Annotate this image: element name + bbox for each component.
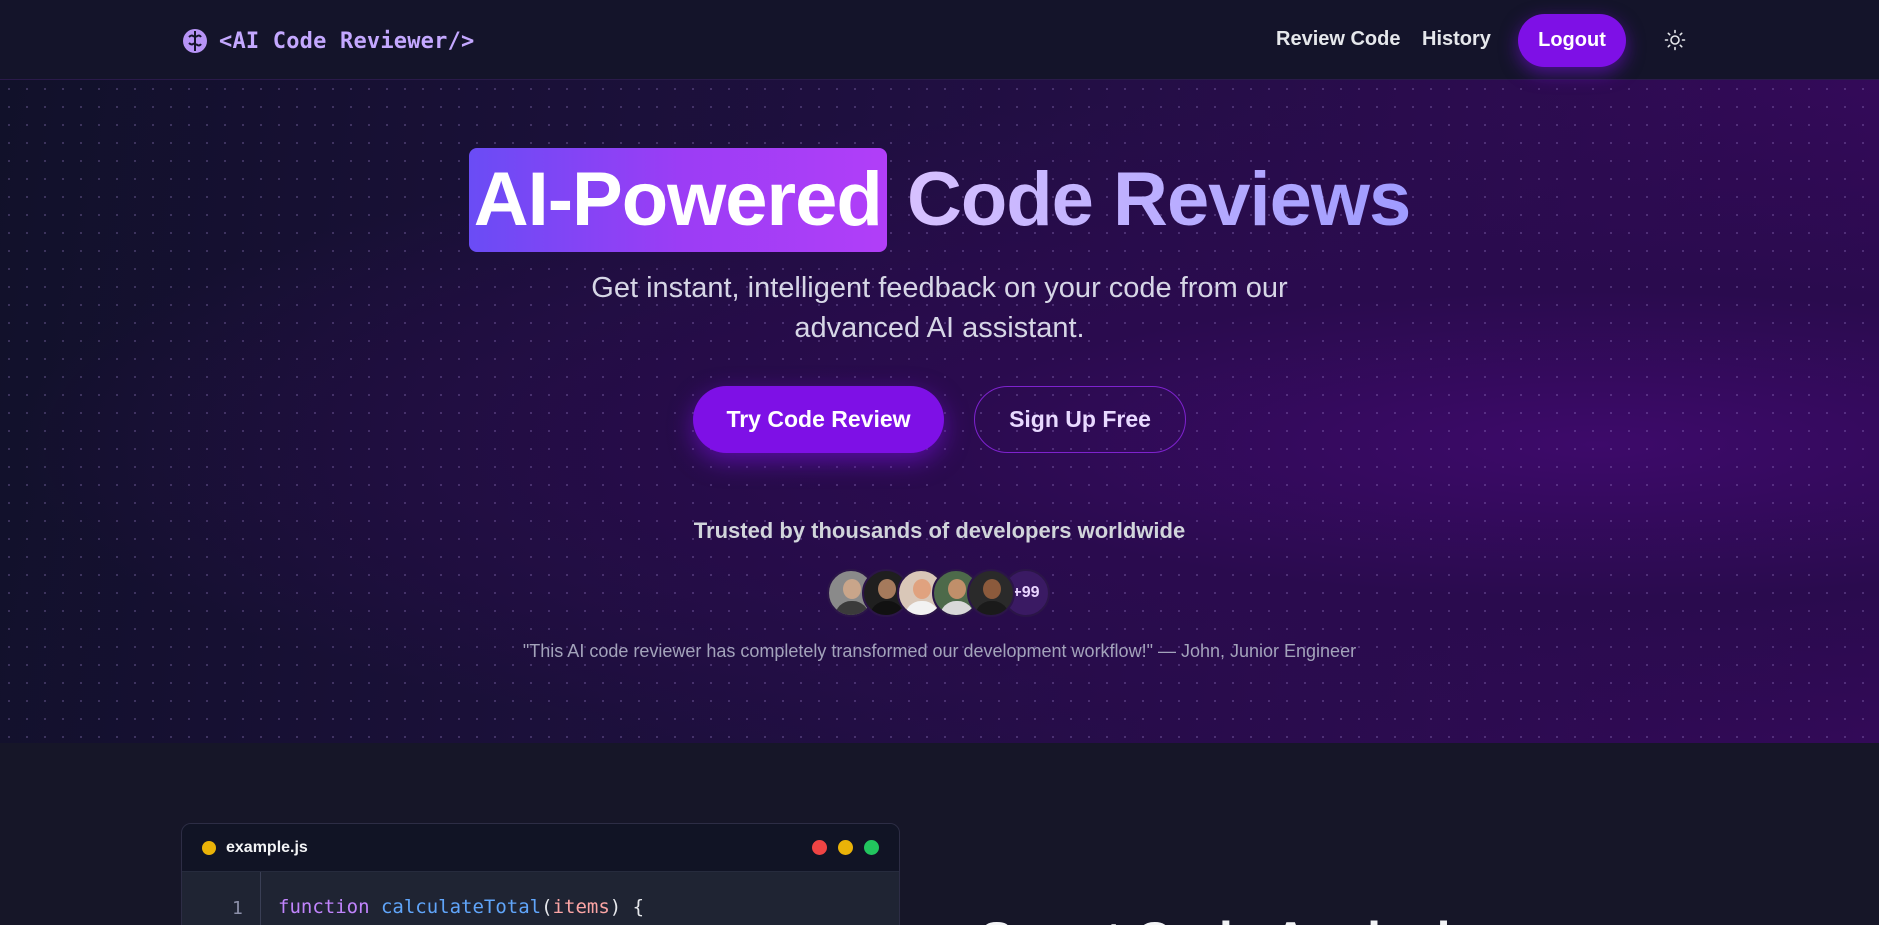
maximize-dot-icon	[864, 840, 879, 855]
logout-button[interactable]: Logout	[1518, 14, 1626, 67]
code-function-name: calculateTotal	[380, 896, 542, 918]
nav-history[interactable]: History	[1422, 28, 1491, 51]
code-window-header: example.js	[182, 824, 899, 872]
feature-heading: Smart Code Analysis	[980, 911, 1478, 925]
code-close: ) {	[609, 896, 645, 918]
code-open-paren: (	[541, 896, 553, 918]
testimonial-quote: "This AI code reviewer has completely tr…	[522, 641, 1357, 661]
hero-title-rest: Code Reviews	[886, 157, 1411, 242]
code-keyword: function	[278, 896, 370, 918]
sun-icon[interactable]	[1664, 29, 1686, 51]
code-param: items	[552, 896, 610, 918]
window-controls	[812, 840, 879, 855]
code-body: 1 function calculateTotal(items) {	[182, 872, 899, 925]
try-code-review-button[interactable]: Try Code Review	[693, 386, 944, 453]
avatar	[967, 569, 1015, 617]
brand-text: <AI Code Reviewer/>	[219, 28, 475, 54]
file-dot-icon	[202, 840, 216, 855]
code-line: function calculateTotal(items) {	[278, 896, 644, 918]
brand-logo[interactable]: <AI Code Reviewer/>	[181, 25, 474, 57]
features-section: example.js 1 function calculateTotal(ite…	[0, 743, 1879, 925]
hero-section: AI-Powered Code Reviews Get instant, int…	[0, 80, 1879, 743]
minimize-dot-icon	[838, 840, 853, 855]
sign-up-free-button[interactable]: Sign Up Free	[974, 386, 1186, 453]
line-number: 1	[232, 898, 243, 919]
close-dot-icon	[812, 840, 827, 855]
hero-title: AI-Powered Code Reviews	[0, 148, 1879, 252]
hero-title-highlight: AI-Powered	[468, 148, 887, 252]
navbar: <AI Code Reviewer/> Review Code History …	[0, 0, 1879, 80]
brain-icon	[183, 29, 207, 53]
hero-subtitle: Get instant, intelligent feedback on you…	[591, 272, 1288, 344]
nav-review-code[interactable]: Review Code	[1276, 28, 1400, 51]
avatar-group: +99	[827, 569, 1050, 617]
trusted-text: Trusted by thousands of developers world…	[693, 518, 1186, 543]
code-window: example.js 1 function calculateTotal(ite…	[181, 823, 900, 925]
file-name: example.js	[226, 838, 308, 856]
line-gutter: 1	[182, 872, 261, 925]
